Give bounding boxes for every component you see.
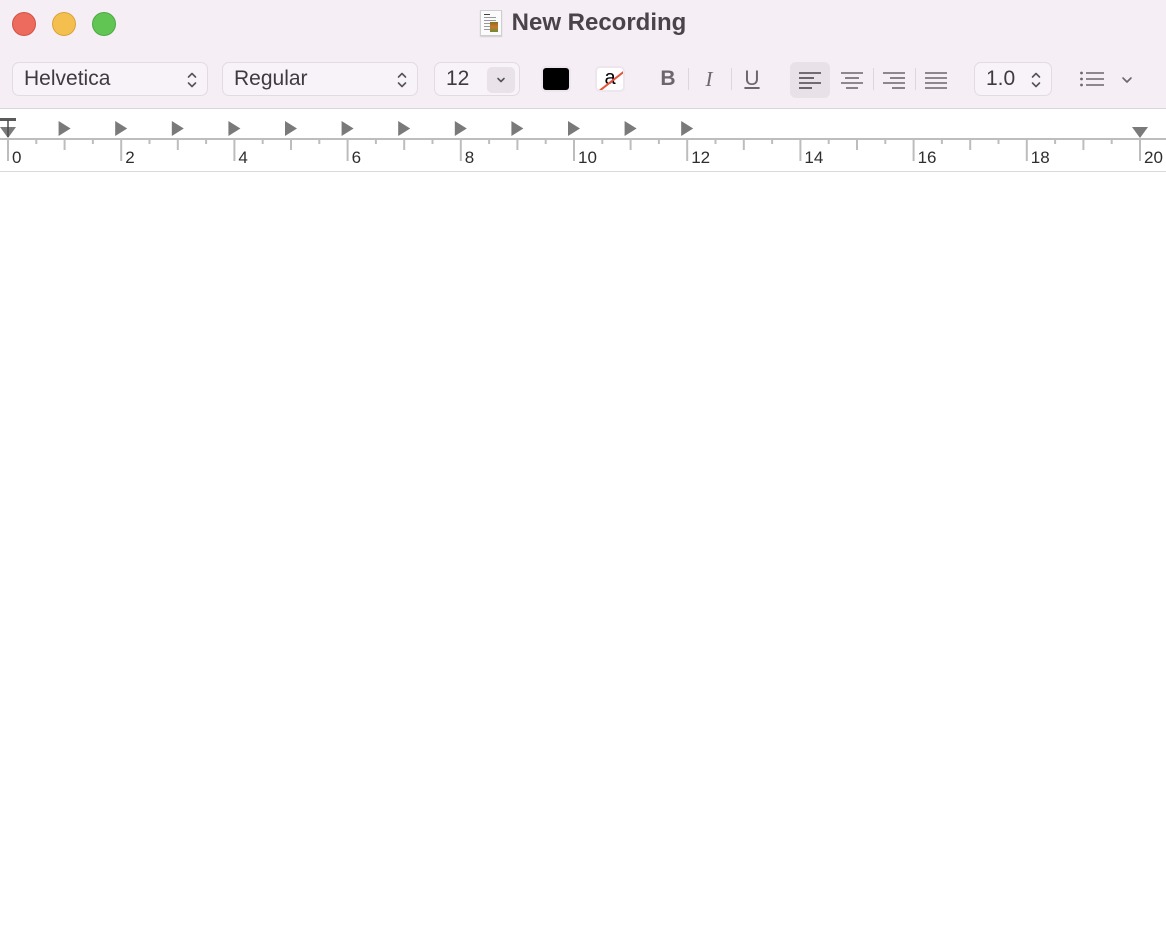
tab-stop-marker[interactable] bbox=[341, 121, 354, 136]
align-justify-icon bbox=[925, 72, 947, 89]
line-spacing-value: 1.0 bbox=[986, 67, 1016, 90]
ruler-unit-label: 18 bbox=[1030, 148, 1050, 167]
font-style-popup[interactable]: Regular bbox=[222, 62, 418, 96]
ruler-unit-label: 2 bbox=[125, 148, 135, 167]
window-title: New Recording bbox=[511, 9, 687, 36]
font-size-combo[interactable]: 12 bbox=[434, 62, 520, 96]
text-ruler[interactable]: 0 2 4 6 8 10 12 14 16 18 20 bbox=[0, 110, 1166, 172]
document-text-area[interactable] bbox=[0, 172, 1166, 936]
tab-stop-marker[interactable] bbox=[568, 121, 580, 136]
ruler-unit-label: 0 bbox=[12, 148, 22, 167]
textedit-window: New Recording Helvetica Regular 12 a B I… bbox=[0, 0, 1166, 936]
font-family-popup[interactable]: Helvetica bbox=[12, 62, 208, 96]
chevron-down-icon bbox=[497, 77, 505, 83]
align-left-button[interactable] bbox=[790, 62, 830, 98]
list-style-dropdown-button[interactable] bbox=[1118, 70, 1136, 90]
ruler-unit-label: 16 bbox=[917, 148, 937, 167]
tab-stop-marker[interactable] bbox=[454, 121, 467, 136]
align-justify-button[interactable] bbox=[916, 62, 956, 98]
ruler-unit-label: 8 bbox=[464, 148, 475, 167]
font-family-value: Helvetica bbox=[24, 67, 111, 90]
line-spacing-popup[interactable]: 1.0 bbox=[974, 62, 1052, 96]
window-title-area: New Recording bbox=[0, 8, 1166, 38]
up-down-chevron-icon bbox=[397, 71, 407, 89]
toolbar-divider bbox=[731, 68, 732, 90]
tab-stop-marker[interactable] bbox=[285, 121, 297, 136]
underline-button[interactable]: U bbox=[740, 64, 764, 94]
tab-stop-marker[interactable] bbox=[398, 121, 411, 136]
ruler-unit-label: 12 bbox=[691, 148, 711, 167]
toolbar-divider bbox=[688, 68, 689, 90]
align-center-icon bbox=[841, 72, 863, 89]
background-color-well[interactable]: a bbox=[595, 66, 625, 92]
ruler-unit-label: 20 bbox=[1144, 148, 1163, 167]
tab-stop-marker[interactable] bbox=[511, 121, 524, 136]
bulleted-list-icon bbox=[1080, 71, 1104, 87]
tab-stop-marker[interactable] bbox=[58, 121, 71, 136]
italic-button[interactable]: I bbox=[696, 64, 722, 94]
font-style-value: Regular bbox=[234, 67, 308, 90]
list-style-button[interactable] bbox=[1076, 64, 1108, 94]
chevron-down-icon bbox=[1122, 77, 1132, 83]
ruler-unit-label: 6 bbox=[351, 148, 362, 167]
right-margin-marker[interactable] bbox=[1132, 127, 1148, 138]
tab-stop-marker[interactable] bbox=[171, 121, 184, 136]
align-right-icon bbox=[883, 72, 905, 89]
document-editor[interactable] bbox=[0, 172, 1166, 936]
bold-button[interactable]: B bbox=[656, 64, 680, 94]
tab-stop-marker[interactable] bbox=[115, 121, 128, 136]
font-size-value[interactable]: 12 bbox=[435, 67, 469, 91]
tab-stop-marker[interactable] bbox=[228, 121, 241, 136]
ruler-unit-label: 14 bbox=[804, 148, 824, 167]
text-color-well[interactable] bbox=[541, 66, 571, 92]
up-down-chevron-icon bbox=[187, 71, 197, 89]
rich-text-document-icon[interactable] bbox=[479, 10, 502, 36]
align-left-icon bbox=[799, 72, 821, 89]
title-bar: New Recording Helvetica Regular 12 a B I… bbox=[0, 0, 1166, 109]
tab-stop-marker[interactable] bbox=[624, 121, 637, 136]
ruler-unit-label: 4 bbox=[238, 148, 248, 167]
tab-stop-marker[interactable] bbox=[681, 121, 694, 136]
font-size-dropdown-button[interactable] bbox=[487, 67, 515, 93]
ruler-unit-label: 10 bbox=[578, 148, 597, 167]
up-down-chevron-icon bbox=[1031, 71, 1041, 89]
align-right-button[interactable] bbox=[874, 62, 914, 98]
align-center-button[interactable] bbox=[832, 62, 872, 98]
